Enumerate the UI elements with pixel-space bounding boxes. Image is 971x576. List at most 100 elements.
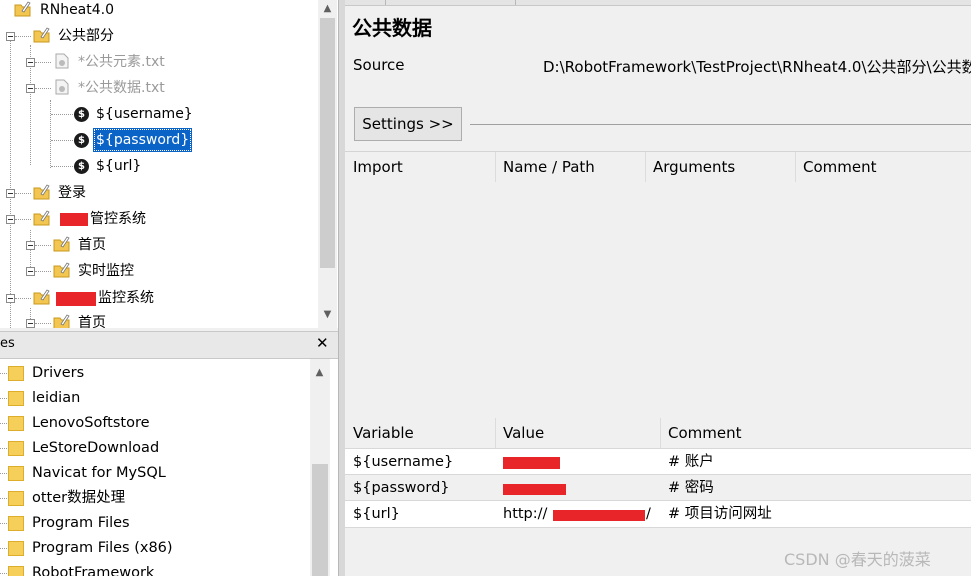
variable-col-value: Value	[503, 424, 545, 442]
variable-col-variable: Variable	[353, 424, 414, 442]
variable-value-cell[interactable]: http:// /	[495, 501, 660, 527]
folder-icon	[8, 366, 24, 381]
folder-icon	[8, 416, 24, 431]
tree-node-var-password[interactable]: $ ${password}	[0, 128, 320, 152]
variable-col-comment: Comment	[668, 424, 742, 442]
tree-label-root: RNheat4.0	[40, 2, 115, 18]
folder-icon	[8, 466, 24, 481]
list-item[interactable]: Drivers	[0, 361, 318, 386]
tree-scrollbar[interactable]: ▲ ▼	[318, 0, 337, 328]
list-item[interactable]: Program Files	[0, 511, 318, 536]
folder-icon	[8, 566, 24, 576]
variable-value-cell[interactable]	[495, 475, 660, 501]
url-suffix: /	[646, 506, 651, 522]
suite-folder-icon	[33, 289, 50, 305]
collapse-icon[interactable]	[6, 215, 15, 224]
page-title: 公共数据	[352, 16, 432, 40]
file-list-scrollbar[interactable]: ▲	[310, 359, 330, 576]
tree-label-realtime: 实时监控	[78, 263, 134, 279]
import-col-arguments: Arguments	[653, 158, 736, 176]
file-explorer-title: es	[0, 336, 15, 351]
variable-icon: $	[74, 159, 89, 174]
tree-node-var-url[interactable]: $ ${url}	[0, 154, 320, 178]
tree-label-var-password: ${password}	[93, 128, 193, 152]
variable-comment-cell[interactable]: # 项目访问网址	[660, 501, 971, 527]
list-item[interactable]: RobotFramework	[0, 561, 318, 576]
tree-node-data-file[interactable]: *公共数据.txt	[0, 76, 320, 100]
variable-name-cell[interactable]: ${url}	[345, 501, 495, 527]
tree-node-root[interactable]: RNheat4.0	[0, 0, 320, 22]
table-row[interactable]: ${username} # 账户	[345, 448, 971, 475]
import-col-comment: Comment	[803, 158, 877, 176]
list-item[interactable]: otter数据处理	[0, 486, 318, 511]
tree-node-public[interactable]: 公共部分	[0, 24, 320, 48]
collapse-icon[interactable]	[26, 58, 35, 67]
table-row[interactable]: ${password} # 密码	[345, 474, 971, 501]
suite-folder-icon	[14, 1, 31, 17]
variable-comment-cell[interactable]: # 账户	[660, 449, 971, 475]
collapse-icon[interactable]	[26, 241, 35, 250]
tree-node-login[interactable]: 登录	[0, 181, 320, 205]
tree-node-realtime[interactable]: 实时监控	[0, 259, 320, 283]
collapse-icon[interactable]	[6, 294, 15, 303]
collapse-icon[interactable]	[6, 32, 15, 41]
list-item[interactable]: Program Files (x86)	[0, 536, 318, 561]
redaction-mark	[503, 457, 560, 469]
import-col-import: Import	[353, 158, 403, 176]
tree-node-system-monitor[interactable]: 监控系统	[0, 286, 320, 310]
tree-node-elements-file[interactable]: *公共元素.txt	[0, 50, 320, 74]
tree-label-public: 公共部分	[58, 28, 114, 44]
tree-node-homepage[interactable]: 首页	[0, 233, 320, 257]
redaction-mark	[60, 213, 88, 226]
list-item[interactable]: LenovoSoftstore	[0, 411, 318, 436]
tree-node-system-control[interactable]: 管控系统	[0, 207, 320, 231]
scroll-down-icon[interactable]: ▼	[319, 306, 336, 323]
scroll-up-icon[interactable]: ▲	[311, 364, 328, 381]
list-item[interactable]: LeStoreDownload	[0, 436, 318, 461]
folder-icon	[8, 541, 24, 556]
tree-node-var-username[interactable]: $ ${username}	[0, 102, 320, 126]
collapse-icon[interactable]	[26, 267, 35, 276]
list-item[interactable]: leidian	[0, 386, 318, 411]
settings-divider	[470, 124, 971, 125]
scrollbar-thumb[interactable]	[320, 18, 335, 268]
tree-label-login: 登录	[58, 185, 86, 201]
tree-label-elements-file: *公共元素.txt	[78, 54, 165, 70]
settings-button[interactable]: Settings >>	[354, 107, 462, 141]
collapse-icon[interactable]	[26, 319, 35, 328]
tree-label-var-url: ${url}	[96, 158, 142, 174]
list-item[interactable]: Navicat for MySQL	[0, 461, 318, 486]
watermark: CSDN @春天的菠菜	[784, 550, 931, 569]
tree-label-system-monitor: 监控系统	[98, 290, 154, 306]
tree-label-homepage: 首页	[78, 237, 106, 253]
tab-strip	[345, 0, 971, 6]
tree-label-system-control: 管控系统	[90, 211, 146, 227]
import-col-name-path: Name / Path	[503, 158, 595, 176]
suite-folder-icon	[53, 262, 70, 278]
variable-icon: $	[74, 107, 89, 122]
resource-file-icon	[55, 79, 69, 95]
scroll-up-icon[interactable]: ▲	[319, 0, 336, 17]
variable-icon: $	[74, 133, 89, 148]
file-explorer-header: es ✕	[0, 331, 338, 359]
suite-folder-icon	[33, 184, 50, 200]
redaction-mark	[503, 484, 566, 495]
variable-name-cell[interactable]: ${password}	[345, 475, 495, 501]
tree-node-homepage-2[interactable]: 首页	[0, 311, 320, 328]
redaction-mark	[553, 510, 645, 521]
folder-icon	[8, 441, 24, 456]
close-icon[interactable]: ✕	[316, 334, 329, 352]
source-label: Source	[353, 56, 405, 74]
variable-name-cell[interactable]: ${username}	[345, 449, 495, 475]
import-grid[interactable]: Import Name / Path Arguments Comment	[345, 151, 971, 415]
source-path: D:\RobotFramework\TestProject\RNheat4.0\…	[543, 58, 971, 76]
scrollbar-thumb[interactable]	[312, 464, 328, 576]
variable-comment-cell[interactable]: # 密码	[660, 475, 971, 501]
suite-folder-icon	[33, 210, 50, 226]
collapse-icon[interactable]	[6, 189, 15, 198]
resource-file-icon	[55, 53, 69, 69]
variable-value-cell[interactable]	[495, 449, 660, 475]
collapse-icon[interactable]	[26, 84, 35, 93]
tree-label-var-username: ${username}	[96, 106, 193, 122]
table-row[interactable]: ${url} http:// / # 项目访问网址	[345, 500, 971, 528]
